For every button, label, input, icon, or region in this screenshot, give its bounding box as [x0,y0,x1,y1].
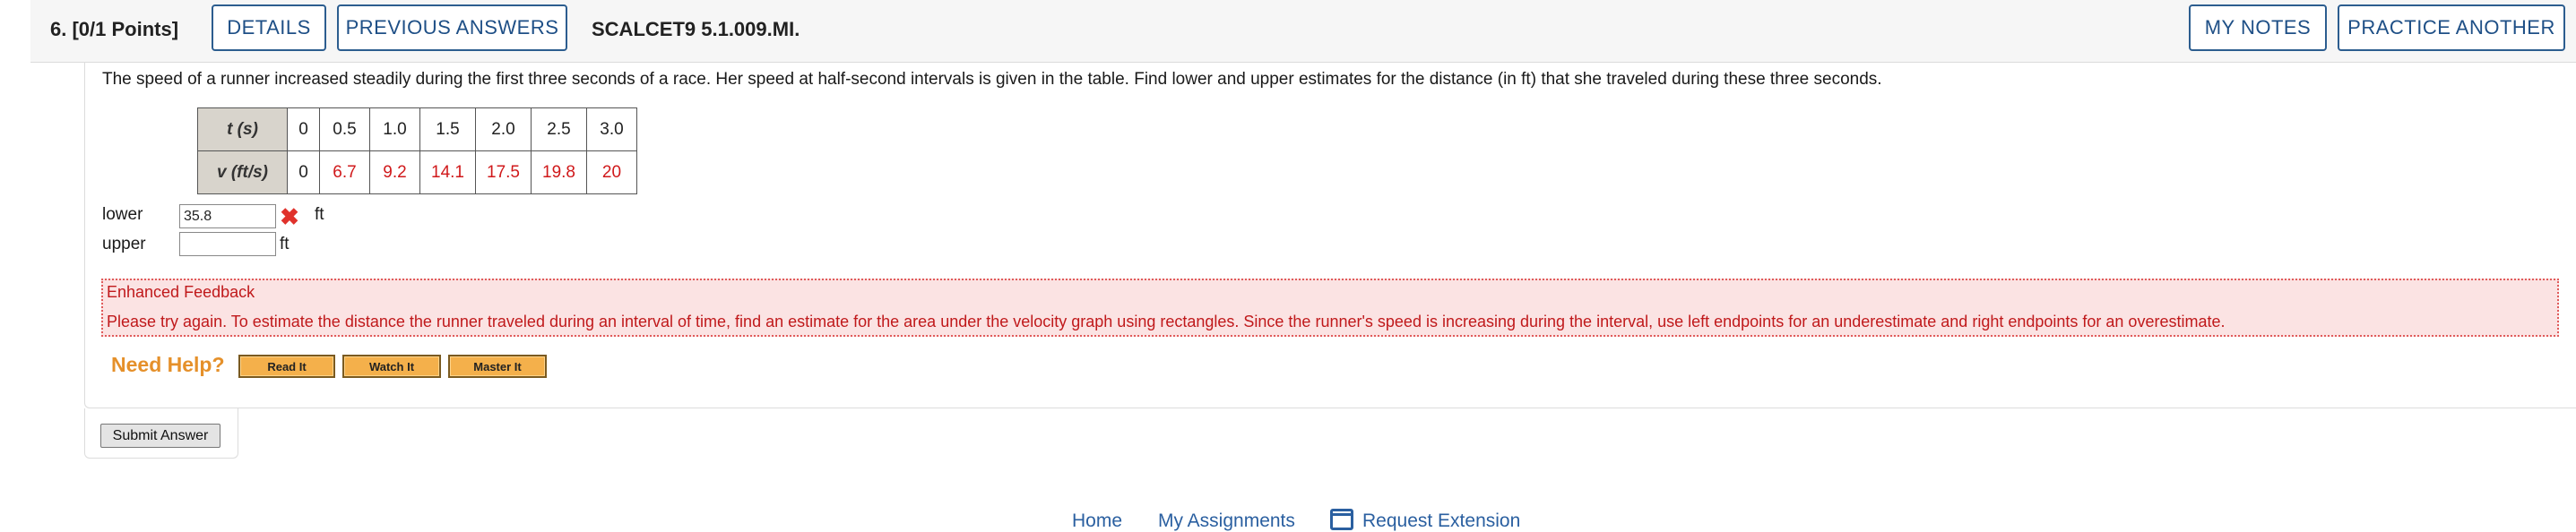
question-number: 6. [0/1 Points] [50,18,178,41]
table-row: v (ft/s) 0 6.7 9.2 14.1 17.5 19.8 20 [197,150,637,194]
upper-unit: ft [280,235,290,253]
table-cell: 3.0 [586,107,637,151]
table-cell: 1.0 [369,107,420,151]
practice-another-button[interactable]: PRACTICE ANOTHER [2338,4,2565,51]
table-cell: 17.5 [475,150,532,194]
speed-table: t (s) 0 0.5 1.0 1.5 2.0 2.5 3.0 v (ft/s)… [197,107,637,194]
table-cell: 2.5 [531,107,587,151]
row-header-velocity: v (ft/s) [197,150,288,194]
upper-input[interactable] [179,232,276,256]
feedback-title: Enhanced Feedback [107,283,255,301]
watch-it-button[interactable]: Watch It [342,355,441,378]
details-button[interactable]: DETAILS [212,4,326,51]
table-cell: 0 [287,150,320,194]
points-label: [0/1 Points] [72,18,179,40]
submit-answer-button[interactable]: Submit Answer [100,424,220,448]
calendar-icon [1330,509,1353,530]
previous-answers-button[interactable]: PREVIOUS ANSWERS [337,4,567,51]
table-cell: 0.5 [319,107,370,151]
table-cell: 0 [287,107,320,151]
lower-unit: ft [315,205,324,224]
read-it-button[interactable]: Read It [238,355,335,378]
question-prompt: The speed of a runner increased steadily… [102,70,1882,89]
lower-input[interactable] [179,204,276,228]
my-notes-button[interactable]: MY NOTES [2189,4,2327,51]
enhanced-feedback: Enhanced Feedback Please try again. To e… [101,279,2559,337]
incorrect-x-icon: ✖ [280,203,299,230]
need-help-title: Need Help? [111,353,225,376]
table-cell: 1.5 [419,107,476,151]
footer-my-assignments-link[interactable]: My Assignments [1158,511,1295,532]
row-header-time: t (s) [197,107,288,151]
footer-home-link[interactable]: Home [1072,511,1122,532]
feedback-text: Please try again. To estimate the distan… [107,313,2226,330]
table-cell: 6.7 [319,150,370,194]
table-cell: 19.8 [531,150,587,194]
master-it-button[interactable]: Master It [448,355,547,378]
table-row: t (s) 0 0.5 1.0 1.5 2.0 2.5 3.0 [197,107,637,151]
table-cell: 14.1 [419,150,476,194]
footer-request-extension-link[interactable]: Request Extension [1362,511,1520,532]
question-number-label: 6. [50,18,67,40]
table-cell: 2.0 [475,107,532,151]
lower-label: lower [102,205,143,224]
upper-label: upper [102,235,146,253]
table-cell: 20 [586,150,637,194]
question-code: SCALCET9 5.1.009.MI. [592,18,800,40]
table-cell: 9.2 [369,150,420,194]
